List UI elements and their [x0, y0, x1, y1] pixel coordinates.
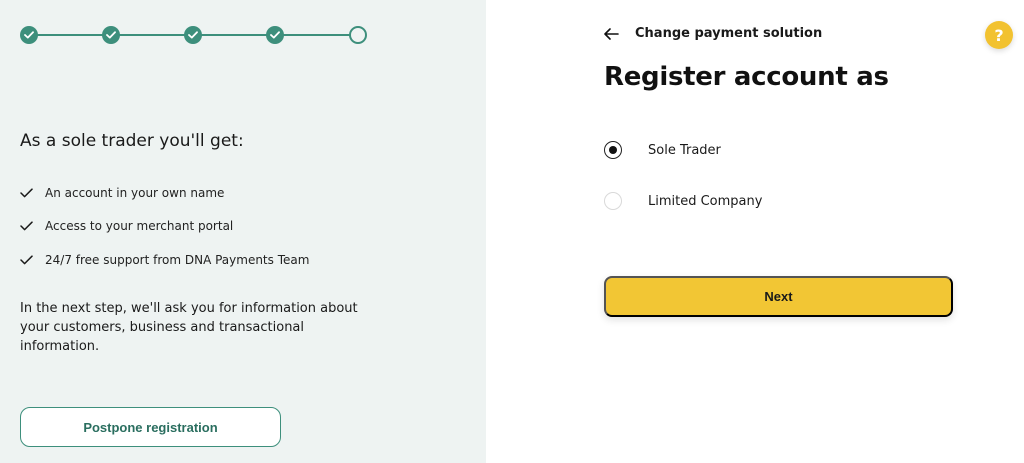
change-payment-solution-link[interactable]: Change payment solution: [604, 26, 822, 41]
page-title: Register account as: [604, 62, 889, 92]
postpone-registration-button[interactable]: Postpone registration: [20, 407, 281, 447]
benefits-title: As a sole trader you'll get:: [20, 131, 244, 151]
check-icon: [270, 31, 280, 39]
option-label: Sole Trader: [648, 142, 721, 158]
step-3-complete: [184, 26, 202, 44]
step-2-complete: [102, 26, 120, 44]
option-sole-trader[interactable]: Sole Trader: [604, 141, 721, 159]
benefits-list: An account in your own name Access to yo…: [20, 184, 309, 285]
step-5-current: [349, 26, 367, 44]
radio-dot: [609, 146, 617, 154]
progress-stepper: [20, 25, 368, 45]
right-panel: Change payment solution ? Register accou…: [486, 0, 1024, 463]
benefit-item: Access to your merchant portal: [20, 218, 309, 235]
check-icon: [20, 254, 34, 265]
radio-unselected[interactable]: [604, 192, 622, 210]
benefit-label: An account in your own name: [45, 185, 225, 200]
check-icon: [20, 221, 34, 231]
radio-selected[interactable]: [604, 141, 622, 159]
check-icon: [24, 31, 34, 39]
back-label: Change payment solution: [635, 26, 823, 41]
benefit-label: 24/7 free support from DNA Payments Team: [45, 252, 310, 267]
arrow-left-icon: [604, 27, 620, 40]
check-icon: [188, 31, 198, 39]
check-icon: [20, 187, 34, 198]
left-panel: As a sole trader you'll get: An account …: [0, 0, 486, 463]
next-button[interactable]: Next: [604, 276, 953, 317]
check-icon: [106, 31, 116, 39]
benefit-item: An account in your own name: [20, 184, 309, 201]
step-4-complete: [266, 26, 284, 44]
option-label: Limited Company: [648, 193, 763, 209]
help-icon[interactable]: ?: [985, 21, 1013, 49]
benefit-item: 24/7 free support from DNA Payments Team: [20, 251, 309, 268]
step-1-complete: [20, 26, 38, 44]
option-limited-company[interactable]: Limited Company: [604, 192, 762, 210]
next-step-info: In the next step, we'll ask you for info…: [20, 301, 358, 354]
benefit-label: Access to your merchant portal: [45, 219, 234, 233]
